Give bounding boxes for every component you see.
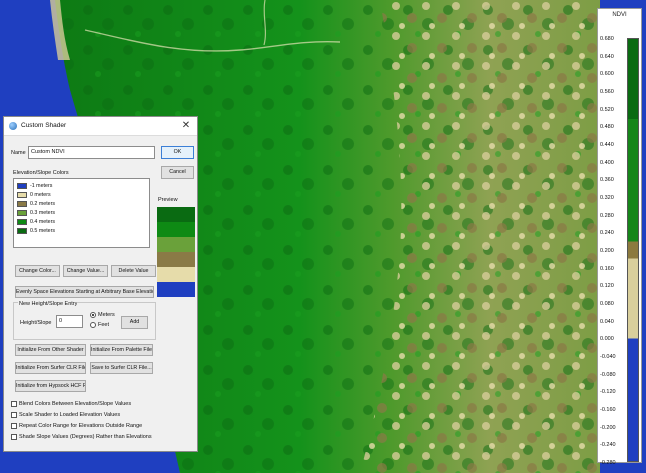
legend-tick-label: 0.440 bbox=[600, 142, 614, 148]
legend-tick-label: -0.080 bbox=[600, 371, 616, 378]
delete-value-button[interactable]: Delete Value bbox=[111, 265, 156, 277]
legend-tick-label: 0.600 bbox=[600, 71, 614, 78]
new-entry-label: New Height/Slope Entry bbox=[18, 301, 79, 307]
legend-tick-label: -0.120 bbox=[600, 389, 616, 396]
blend-colors-label: Blend Colors Between Elevation/Slope Val… bbox=[19, 401, 132, 407]
save-surfer-button[interactable]: Save to Surfer CLR File... bbox=[90, 362, 153, 374]
legend-tick-label: 0.000 bbox=[600, 336, 614, 343]
name-label: Name bbox=[11, 150, 26, 156]
scale-shader-label: Scale Shader to Loaded Elevation Values bbox=[19, 412, 121, 418]
init-surfer-button[interactable]: Initialize From Surfer CLR File... bbox=[15, 362, 86, 374]
legend-tick-label: 0.680 bbox=[600, 36, 614, 42]
legend-tick-labels: 0.680 0.640 0.600 0.560 0.520 0.480 0.440 0.400… bbox=[600, 9, 628, 466]
dialog-titlebar[interactable]: Custom Shader ✕ bbox=[4, 117, 197, 136]
preview-label: Preview bbox=[158, 197, 178, 203]
legend-tick-label: 0.400 bbox=[600, 159, 614, 166]
legend-tick-label: 0.320 bbox=[600, 195, 614, 201]
legend-tick-label: 0.360 bbox=[600, 177, 614, 184]
repeat-range-checkbox[interactable] bbox=[11, 423, 17, 429]
legend-tick-label: 0.520 bbox=[600, 106, 614, 113]
meters-radio[interactable] bbox=[90, 312, 96, 318]
list-item-label: 0.2 meters bbox=[30, 201, 56, 207]
dialog-title: Custom Shader bbox=[21, 122, 67, 129]
cancel-button[interactable]: Cancel bbox=[161, 166, 194, 179]
color-swatch bbox=[17, 209, 27, 216]
custom-shader-dialog: Custom Shader ✕ Name Custom NDVI OK Canc… bbox=[3, 116, 198, 452]
legend-tick-label: -0.040 bbox=[600, 354, 616, 360]
preview-band bbox=[157, 237, 195, 252]
list-item[interactable]: 0.4 meters bbox=[17, 218, 55, 226]
list-item-label: 0.4 meters bbox=[30, 219, 56, 225]
change-value-button[interactable]: Change Value... bbox=[63, 265, 108, 277]
legend-tick-label: 0.200 bbox=[600, 248, 614, 254]
legend-tick-label: -0.200 bbox=[600, 424, 616, 431]
list-item-label: -1 meters bbox=[30, 183, 53, 189]
color-list[interactable]: -1 meters 0 meters 0.2 meters 0.3 meters 0.4… bbox=[13, 178, 150, 248]
shade-slope-checkbox[interactable] bbox=[11, 434, 17, 440]
list-item[interactable]: -1 meters bbox=[17, 182, 52, 190]
preview-band bbox=[157, 207, 195, 222]
legend-tick-label: 0.240 bbox=[600, 230, 614, 237]
scale-shader-checkbox[interactable] bbox=[11, 412, 17, 418]
close-icon[interactable]: ✕ bbox=[180, 119, 192, 132]
ok-button[interactable]: OK bbox=[161, 146, 194, 159]
ndvi-legend: NDVI 0.680 0.640 0.600 0.560 0.520 0.480 0.440… bbox=[597, 8, 642, 466]
list-item-label: 0 meters bbox=[30, 192, 51, 198]
legend-tick-label: -0.240 bbox=[600, 442, 616, 449]
shade-slope-label: Shade Slope Values (Degrees) Rather than… bbox=[19, 434, 152, 440]
preview-band bbox=[157, 252, 195, 267]
legend-tick-label: 0.640 bbox=[600, 53, 614, 60]
feet-label: Feet bbox=[98, 322, 110, 328]
color-swatch bbox=[17, 182, 27, 189]
init-palette-button[interactable]: Initialize From Palette File... bbox=[90, 344, 153, 356]
color-swatch bbox=[17, 200, 27, 207]
legend-tick-label: 0.160 bbox=[600, 265, 614, 272]
meters-label: Meters bbox=[98, 312, 115, 318]
blend-colors-checkbox[interactable] bbox=[11, 401, 17, 407]
app-globe-icon bbox=[9, 122, 17, 130]
list-item-label: 0.5 meters bbox=[30, 228, 56, 234]
color-swatch bbox=[17, 191, 27, 198]
legend-tick-label: 0.280 bbox=[600, 212, 614, 219]
feet-radio[interactable] bbox=[90, 322, 96, 328]
list-item[interactable]: 0.5 meters bbox=[17, 227, 55, 235]
legend-tick-label: 0.080 bbox=[600, 301, 614, 307]
color-swatch bbox=[17, 218, 27, 225]
init-other-shader-button[interactable]: Initialize From Other Shader bbox=[15, 344, 86, 356]
add-button[interactable]: Add bbox=[121, 316, 148, 329]
list-item-label: 0.3 meters bbox=[30, 210, 56, 216]
list-item[interactable]: 0 meters bbox=[17, 191, 51, 199]
legend-color-bar bbox=[627, 38, 639, 462]
repeat-range-label: Repeat Color Range for Elevations Outsid… bbox=[19, 423, 143, 429]
name-input[interactable]: Custom NDVI bbox=[28, 146, 155, 159]
legend-tick-label: 0.480 bbox=[600, 124, 614, 131]
height-label: Height/Slope bbox=[20, 320, 52, 326]
legend-tick-label: 0.040 bbox=[600, 318, 614, 325]
legend-tick-label: -0.160 bbox=[600, 407, 616, 413]
color-swatch bbox=[17, 227, 27, 234]
legend-tick-label: -0.280 bbox=[600, 460, 616, 466]
evenly-space-button[interactable]: Evenly Space Elevations Starting at Arbi… bbox=[15, 286, 154, 298]
color-preview bbox=[157, 207, 195, 297]
list-item[interactable]: 0.2 meters bbox=[17, 200, 55, 208]
legend-tick-label: 0.560 bbox=[600, 89, 614, 95]
preview-band bbox=[157, 282, 195, 297]
preview-band bbox=[157, 267, 195, 282]
preview-band bbox=[157, 222, 195, 237]
legend-tick-label: 0.120 bbox=[600, 283, 614, 290]
height-input[interactable]: 0 bbox=[56, 315, 83, 328]
change-color-button[interactable]: Change Color... bbox=[15, 265, 60, 277]
list-item[interactable]: 0.3 meters bbox=[17, 209, 55, 217]
colors-label: Elevation/Slope Colors bbox=[13, 170, 69, 176]
init-hypsock-button[interactable]: Initialize from Hypsock HCF File... bbox=[15, 380, 86, 392]
